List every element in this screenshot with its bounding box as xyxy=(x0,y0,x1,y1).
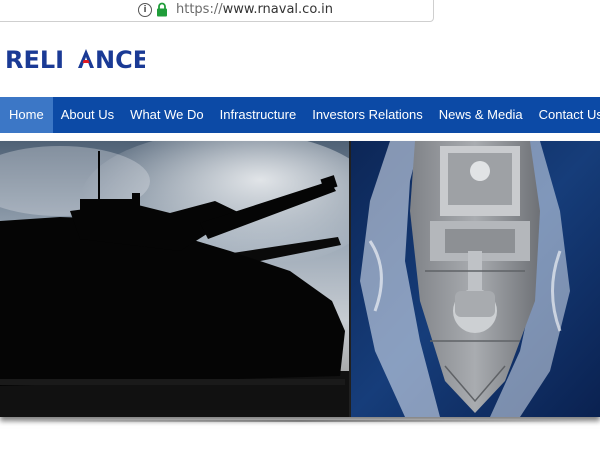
banner-graphic xyxy=(0,141,600,417)
nav-item-contact-us[interactable]: Contact Us xyxy=(531,97,600,133)
main-navigation: Home About Us What We Do Infrastructure … xyxy=(0,97,600,133)
logo-text-left: RELI xyxy=(5,46,64,74)
banner-divider xyxy=(349,141,351,417)
url-host: www.rnaval.co.in xyxy=(222,2,334,17)
nav-item-what-we-do[interactable]: What We Do xyxy=(122,97,211,133)
info-icon[interactable]: i xyxy=(138,3,152,17)
banner-shadow-line xyxy=(10,420,590,422)
tank-silhouette-image xyxy=(0,141,380,417)
url-scheme: https:// xyxy=(176,2,223,17)
nav-item-home[interactable]: Home xyxy=(0,97,53,133)
nav-item-investors-relations[interactable]: Investors Relations xyxy=(304,97,431,133)
naval-ship-image xyxy=(350,141,600,417)
nav-item-infrastructure[interactable]: Infrastructure xyxy=(212,97,305,133)
logo-a-mark xyxy=(78,49,94,68)
nav-item-news-media[interactable]: News & Media xyxy=(431,97,531,133)
hero-banner[interactable] xyxy=(0,141,600,417)
lock-icon[interactable] xyxy=(156,2,168,17)
reliance-logo[interactable]: RELI NCE xyxy=(5,46,149,74)
url-text[interactable]: https://www.rnaval.co.in xyxy=(176,2,333,17)
browser-address-bar: i https://www.rnaval.co.in xyxy=(0,0,600,24)
logo-graphic: RELI NCE xyxy=(5,46,149,74)
logo-text-right: NCE xyxy=(95,46,145,74)
nav-item-about-us[interactable]: About Us xyxy=(53,97,122,133)
